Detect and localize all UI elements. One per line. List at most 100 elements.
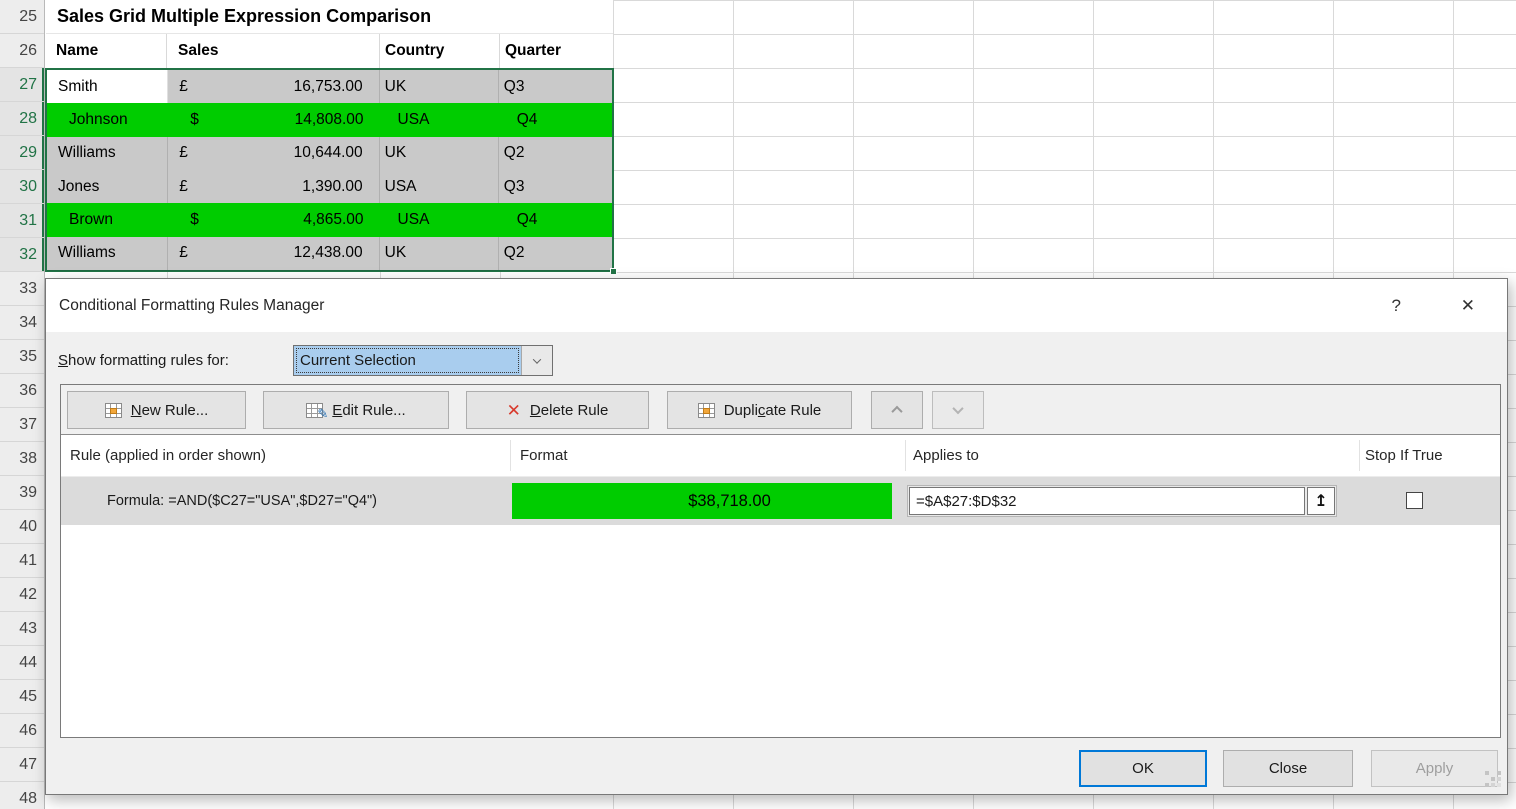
sheet-row-27: Smith£16,753.00UKQ3 <box>47 70 612 103</box>
row-header-44[interactable]: 44 <box>0 646 44 680</box>
sheet-row-31: Brown$4,865.00USAQ4 <box>47 203 612 236</box>
cell-B29[interactable]: £10,644.00 <box>168 137 379 170</box>
show-rules-label: Show formatting rules for: <box>58 345 229 376</box>
row-header-28[interactable]: 28 <box>0 102 44 136</box>
cell-A31[interactable]: Brown <box>47 203 168 236</box>
cell-C28[interactable]: USA <box>380 103 499 136</box>
cell-A29[interactable]: Williams <box>47 137 168 170</box>
format-preview: $38,718.00 <box>512 483 892 519</box>
cell-D31[interactable]: Q4 <box>499 203 612 236</box>
move-down-button[interactable] <box>932 391 984 429</box>
selected-range: Smith£16,753.00UKQ3Johnson$14,808.00USAQ… <box>45 68 614 272</box>
column-header-country: Country <box>380 34 500 68</box>
row-header-33[interactable]: 33 <box>0 272 44 306</box>
row-header-35[interactable]: 35 <box>0 340 44 374</box>
row-header-31[interactable]: 31 <box>0 204 44 238</box>
grid-edit-icon: ✎ <box>306 403 323 418</box>
cell-C27[interactable]: UK <box>380 70 499 103</box>
row-header-41[interactable]: 41 <box>0 544 44 578</box>
row-header-47[interactable]: 47 <box>0 748 44 782</box>
applies-to-input[interactable] <box>909 487 1305 515</box>
excel-window: 2526272829303132333435363738394041424344… <box>0 0 1516 809</box>
format-column-header: Format <box>520 435 568 477</box>
row-header-column: 2526272829303132333435363738394041424344… <box>0 0 45 809</box>
cell-C30[interactable]: USA <box>380 170 499 203</box>
rules-panel: New Rule... ✎ Edit Rule... ✕ Delete Rule… <box>60 384 1501 738</box>
row-header-26[interactable]: 26 <box>0 34 44 68</box>
row-header-29[interactable]: 29 <box>0 136 44 170</box>
rule-column-header: Rule (applied in order shown) <box>70 435 266 477</box>
edit-rule-button[interactable]: ✎ Edit Rule... <box>263 391 449 429</box>
row-header-40[interactable]: 40 <box>0 510 44 544</box>
stop-if-true-checkbox[interactable] <box>1406 492 1423 509</box>
collapse-dialog-icon: ↥ <box>1314 491 1327 510</box>
cell-B28[interactable]: $14,808.00 <box>168 103 379 136</box>
cell-B30[interactable]: £1,390.00 <box>168 170 379 203</box>
fill-handle[interactable] <box>610 268 617 275</box>
cell-A27[interactable]: Smith <box>47 70 168 103</box>
new-rule-button[interactable]: New Rule... <box>67 391 246 429</box>
row-header-34[interactable]: 34 <box>0 306 44 340</box>
row-header-48[interactable]: 48 <box>0 782 44 809</box>
cell-D32[interactable]: Q2 <box>499 237 612 270</box>
rules-toolbar: New Rule... ✎ Edit Rule... ✕ Delete Rule… <box>61 385 1500 435</box>
cell-C31[interactable]: USA <box>380 203 499 236</box>
show-rules-dropdown[interactable]: Current Selection <box>293 345 553 376</box>
row-header-39[interactable]: 39 <box>0 476 44 510</box>
delete-rule-button[interactable]: ✕ Delete Rule <box>466 391 649 429</box>
row-header-37[interactable]: 37 <box>0 408 44 442</box>
rule-formula: Formula: =AND($C27="USA",$D27="Q4") <box>107 477 377 525</box>
cell-C32[interactable]: UK <box>380 237 499 270</box>
cell-D29[interactable]: Q2 <box>499 137 612 170</box>
rule-row[interactable]: Formula: =AND($C27="USA",$D27="Q4") $38,… <box>61 477 1500 525</box>
sheet-row-32: Williams£12,438.00UKQ2 <box>47 237 612 270</box>
row-header-45[interactable]: 45 <box>0 680 44 714</box>
column-header-quarter: Quarter <box>500 34 614 68</box>
sheet-row-29: Williams£10,644.00UKQ2 <box>47 137 612 170</box>
rules-list-header: Rule (applied in order shown) Format App… <box>61 435 1500 477</box>
chevron-up-icon <box>891 406 902 417</box>
cell-C29[interactable]: UK <box>380 137 499 170</box>
chevron-down-icon[interactable] <box>521 346 552 375</box>
row-header-46[interactable]: 46 <box>0 714 44 748</box>
cell-D27[interactable]: Q3 <box>499 70 612 103</box>
ok-button[interactable]: OK <box>1079 750 1207 787</box>
range-picker-button[interactable]: ↥ <box>1307 487 1335 515</box>
row-header-42[interactable]: 42 <box>0 578 44 612</box>
cf-rules-manager-dialog: Conditional Formatting Rules Manager ? ✕… <box>45 278 1508 795</box>
apply-button[interactable]: Apply <box>1371 750 1498 787</box>
grid-duplicate-icon <box>698 403 715 418</box>
sheet-row-30: Jones£1,390.00USAQ3 <box>47 170 612 203</box>
row-header-25[interactable]: 25 <box>0 0 44 34</box>
resize-grip-icon[interactable] <box>1485 771 1502 788</box>
cell-A30[interactable]: Jones <box>47 170 168 203</box>
column-header-sales: Sales <box>167 34 380 68</box>
row-header-32[interactable]: 32 <box>0 238 44 272</box>
cell-B32[interactable]: £12,438.00 <box>168 237 379 270</box>
duplicate-rule-button[interactable]: Duplicate Rule <box>667 391 852 429</box>
cell-B31[interactable]: $4,865.00 <box>168 203 379 236</box>
move-up-button[interactable] <box>871 391 923 429</box>
row-header-38[interactable]: 38 <box>0 442 44 476</box>
close-button[interactable]: Close <box>1223 750 1353 787</box>
row-header-43[interactable]: 43 <box>0 612 44 646</box>
show-rules-selected-value: Current Selection <box>294 346 521 375</box>
stop-column-header: Stop If True <box>1365 435 1443 477</box>
row-header-30[interactable]: 30 <box>0 170 44 204</box>
cell-A28[interactable]: Johnson <box>47 103 168 136</box>
dialog-titlebar: Conditional Formatting Rules Manager ? ✕ <box>46 279 1507 332</box>
cell-B27[interactable]: £16,753.00 <box>168 70 379 103</box>
sheet-title-cell[interactable]: Sales Grid Multiple Expression Compariso… <box>46 0 613 34</box>
close-icon[interactable]: ✕ <box>1461 279 1475 332</box>
cell-D28[interactable]: Q4 <box>499 103 612 136</box>
chevron-down-icon <box>952 403 963 414</box>
red-x-icon: ✕ <box>507 402 521 419</box>
help-icon[interactable]: ? <box>1392 279 1401 332</box>
column-header-name: Name <box>45 34 167 68</box>
cell-D30[interactable]: Q3 <box>499 170 612 203</box>
row-header-36[interactable]: 36 <box>0 374 44 408</box>
row-header-27[interactable]: 27 <box>0 68 44 102</box>
grid-new-icon <box>105 403 122 418</box>
sheet-header-row: NameSalesCountryQuarter <box>45 34 614 68</box>
cell-A32[interactable]: Williams <box>47 237 168 270</box>
